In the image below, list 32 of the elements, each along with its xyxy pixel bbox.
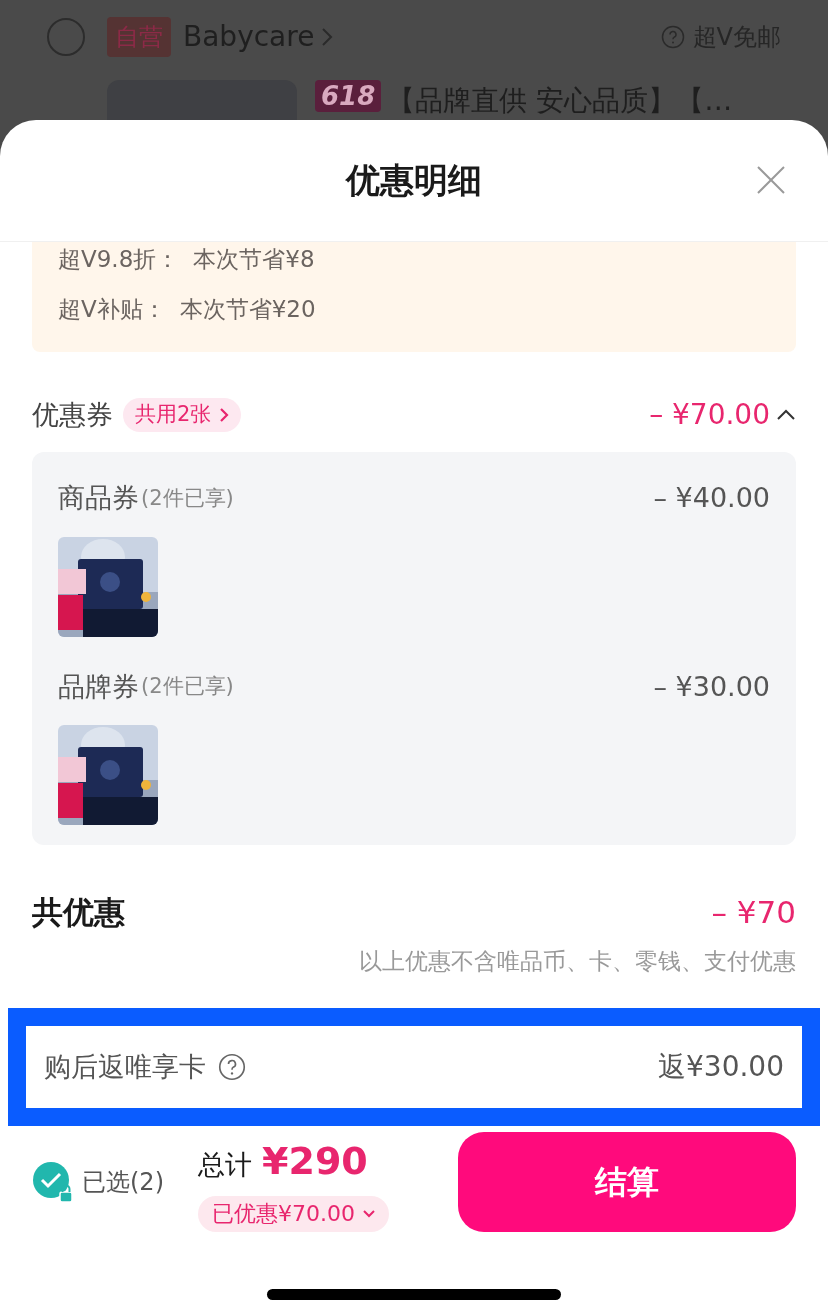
collapse-icon[interactable] xyxy=(776,409,796,421)
close-icon[interactable] xyxy=(756,165,786,195)
caret-icon xyxy=(363,1209,375,1218)
help-icon[interactable] xyxy=(218,1053,246,1081)
checked-lock-icon[interactable] xyxy=(32,1161,74,1203)
coupon-amount: – ¥30.00 xyxy=(653,669,770,704)
coupon-tag[interactable]: 共用2张 xyxy=(123,398,242,432)
rebate-label: 购后返唯享卡 xyxy=(44,1049,206,1084)
coupon-note: (2件已享) xyxy=(141,484,234,512)
chevron-icon xyxy=(219,407,230,423)
coupon-label: 优惠券 xyxy=(32,397,113,432)
discount-note: 以上优惠不含唯品币、卡、零钱、支付优惠 xyxy=(359,946,796,976)
rebate-value: 返¥30.00 xyxy=(658,1049,784,1085)
promo-badge: 618 xyxy=(315,80,382,112)
selected-count: 已选(2) xyxy=(82,1167,164,1198)
coupon-note: (2件已享) xyxy=(141,673,234,700)
total-discount-amount: – ¥70 xyxy=(711,893,796,932)
discount-label: 超V补贴： xyxy=(58,294,166,324)
discount-value: 本次节省¥20 xyxy=(179,294,316,324)
discount-label: 超V9.8折： xyxy=(58,245,180,274)
saved-amount[interactable]: 已优惠¥70.00 xyxy=(198,1195,389,1232)
coupon-amount: – ¥70.00 xyxy=(649,397,770,433)
total-price: ¥290 xyxy=(262,1137,368,1185)
discount-value: 本次节省¥8 xyxy=(193,245,315,274)
checkout-button[interactable]: 结算 xyxy=(458,1132,796,1232)
coupon-amount: – ¥40.00 xyxy=(653,481,770,515)
total-label: 总计 xyxy=(198,1147,252,1182)
total-discount-label: 共优惠 xyxy=(32,893,125,932)
coupon-name: 品牌券 xyxy=(58,669,139,704)
coupon-name: 商品券 xyxy=(58,481,139,515)
chevron-icon xyxy=(320,26,335,48)
sheet-title: 优惠明细 xyxy=(346,159,482,202)
